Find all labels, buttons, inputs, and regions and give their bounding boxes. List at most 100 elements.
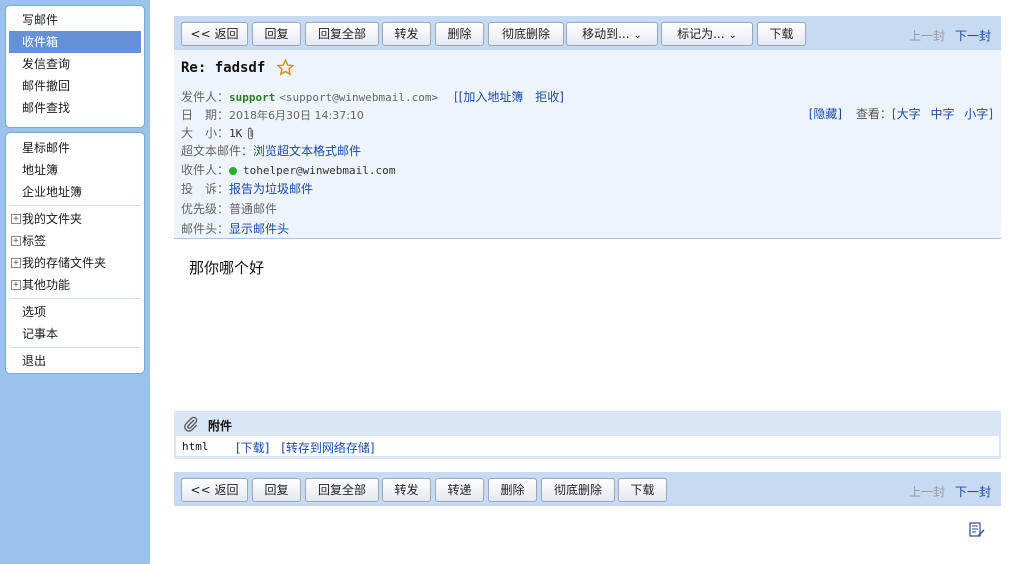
add-contact-link[interactable]: [[加入地址簿	[454, 90, 523, 104]
forward-button[interactable]: 转发	[382, 478, 431, 502]
attachment-save-to-storage-link[interactable]: [转存到网络存储]	[281, 441, 374, 455]
view-html-link[interactable]: 浏览超文本格式邮件	[253, 144, 361, 158]
font-medium-link[interactable]: 中字	[930, 107, 954, 121]
prev-mail-link[interactable]: 上一封	[909, 485, 945, 499]
headers-row: 邮件头：显示邮件头	[181, 220, 289, 237]
online-status-icon	[229, 166, 238, 175]
recipient-address[interactable]: tohelper@winwebmail.com	[243, 164, 395, 177]
sidebar-divider	[10, 205, 140, 206]
headers-label: 邮件头：	[181, 222, 230, 236]
sidebar-item-storage-folders[interactable]: + 我的存储文件夹	[6, 252, 144, 274]
sidebar-item-recall[interactable]: 邮件撤回	[6, 75, 144, 97]
reply-button[interactable]: 回复	[252, 478, 301, 502]
hypertext-row: 超文本邮件：浏览超文本格式邮件	[181, 142, 361, 159]
edit-note-icon[interactable]	[968, 521, 985, 538]
bottom-toolbar: << 返回 回复 回复全部 转发 转递 删除 彻底删除 下载 上一封 下一封	[174, 472, 1001, 506]
font-small-link[interactable]: 小字	[964, 107, 988, 121]
mark-as-label: 标记为...	[677, 27, 725, 41]
reply-button[interactable]: 回复	[252, 22, 301, 46]
sidebar-item-notepad[interactable]: 记事本	[6, 323, 144, 345]
expand-plus-icon[interactable]: +	[11, 258, 21, 268]
report-spam-link[interactable]: 报告为垃圾邮件	[229, 182, 313, 196]
priority-value: 普通邮件	[229, 202, 278, 216]
attachments-title: 附件	[208, 419, 233, 433]
download-button[interactable]: 下载	[757, 22, 806, 46]
size-value: 1K	[229, 127, 243, 140]
chevron-down-icon: ⌄	[633, 30, 642, 41]
date-value: 2018年6月30日 14:37:10	[229, 109, 364, 122]
complaint-label: 投 诉：	[181, 182, 230, 196]
back-button[interactable]: << 返回	[181, 478, 248, 502]
priority-label: 优先级：	[181, 202, 230, 216]
sidebar-item-label: 我的存储文件夹	[22, 256, 107, 270]
sidebar-item-tags[interactable]: + 标签	[6, 230, 144, 252]
delete-permanent-button[interactable]: 彻底删除	[541, 478, 615, 502]
hypertext-label: 超文本邮件：	[181, 144, 254, 158]
redirect-button[interactable]: 转递	[435, 478, 484, 502]
mail-body: 那你哪个好	[189, 259, 265, 277]
view-close-bracket: ]	[988, 107, 993, 121]
font-large-link[interactable]: 大字	[897, 107, 921, 121]
delete-button[interactable]: 删除	[435, 22, 484, 46]
sidebar-item-logout[interactable]: 退出	[6, 350, 144, 372]
forward-button[interactable]: 转发	[382, 22, 431, 46]
date-label: 日 期：	[181, 108, 230, 122]
sidebar-divider	[10, 347, 140, 348]
download-button[interactable]: 下载	[618, 478, 667, 502]
sidebar-item-my-folders[interactable]: + 我的文件夹	[6, 208, 144, 230]
mail-navigation: 上一封 下一封	[909, 483, 991, 500]
sidebar-secondary-box: 星标邮件 地址簿 企业地址簿 + 我的文件夹 + 标签 + 我的存储文件夹 + …	[5, 132, 145, 374]
sender-name[interactable]: support	[229, 91, 275, 104]
complaint-row: 投 诉：报告为垃圾邮件	[181, 180, 313, 197]
sidebar-item-address-book[interactable]: 地址簿	[6, 159, 144, 181]
paperclip-icon	[184, 416, 198, 432]
next-mail-link[interactable]: 下一封	[955, 485, 991, 499]
expand-plus-icon[interactable]: +	[11, 214, 21, 224]
sidebar-item-options[interactable]: 选项	[6, 301, 144, 323]
sidebar-item-compose[interactable]: 写邮件	[6, 9, 144, 31]
delete-permanent-button[interactable]: 彻底删除	[488, 22, 564, 46]
view-label: 查看：[	[855, 107, 897, 121]
expand-plus-icon[interactable]: +	[11, 280, 21, 290]
sidebar-item-other-features[interactable]: + 其他功能	[6, 274, 144, 296]
view-options: [隐藏] 查看：[大字 中字 小字]	[809, 105, 993, 122]
chevron-down-icon: ⌄	[728, 30, 737, 41]
reply-all-button[interactable]: 回复全部	[305, 478, 379, 502]
sidebar-item-search[interactable]: 邮件查找	[6, 97, 144, 119]
move-to-dropdown[interactable]: 移动到... ⌄	[566, 22, 658, 46]
sidebar-item-label: 其他功能	[22, 278, 71, 292]
back-button[interactable]: << 返回	[181, 22, 248, 46]
attachment-name: html	[182, 440, 209, 453]
mark-as-dropdown[interactable]: 标记为... ⌄	[661, 22, 753, 46]
mail-header: Re: fadsdf 发件人：support <support@winwebma…	[174, 50, 1001, 239]
sidebar-item-sent-tracking[interactable]: 发信查询	[6, 53, 144, 75]
star-icon[interactable]	[277, 59, 294, 76]
size-row: 大 小：1K	[181, 124, 256, 141]
attachment-row: html [下载] [转存到网络存储]	[176, 436, 999, 456]
expand-plus-icon[interactable]: +	[11, 236, 21, 246]
attachments-panel: 附件 html [下载] [转存到网络存储]	[174, 411, 1001, 459]
sidebar-item-label: 标签	[22, 234, 47, 248]
sidebar-item-starred[interactable]: 星标邮件	[6, 137, 144, 159]
attachment-download-link[interactable]: [下载]	[236, 441, 269, 455]
show-headers-link[interactable]: 显示邮件头	[229, 222, 289, 236]
prev-mail-link[interactable]: 上一封	[909, 29, 945, 43]
move-to-label: 移动到...	[582, 27, 630, 41]
sidebar-item-enterprise-address-book[interactable]: 企业地址簿	[6, 181, 144, 203]
top-toolbar: << 返回 回复 回复全部 转发 删除 彻底删除 移动到... ⌄ 标记为... ⌄…	[174, 16, 1001, 50]
sidebar-main-box: 写邮件 收件箱 发信查询 邮件撤回 邮件查找	[5, 5, 145, 128]
priority-row: 优先级：普通邮件	[181, 200, 277, 217]
paperclip-icon	[248, 127, 254, 140]
reply-all-button[interactable]: 回复全部	[305, 22, 379, 46]
sender-row: 发件人：support <support@winwebmail.com> [[加…	[181, 88, 564, 105]
delete-button[interactable]: 删除	[488, 478, 537, 502]
sender-address: <support@winwebmail.com>	[279, 91, 439, 104]
mail-subject: Re: fadsdf	[181, 60, 266, 76]
size-label: 大 小：	[181, 126, 230, 140]
hide-link[interactable]: [隐藏]	[809, 107, 842, 121]
next-mail-link[interactable]: 下一封	[955, 29, 991, 43]
sidebar-item-inbox[interactable]: 收件箱	[9, 31, 141, 53]
recipient-row: 收件人： tohelper@winwebmail.com	[181, 161, 395, 178]
reject-link[interactable]: 拒收]	[535, 90, 564, 104]
date-row: 日 期：2018年6月30日 14:37:10	[181, 106, 364, 123]
